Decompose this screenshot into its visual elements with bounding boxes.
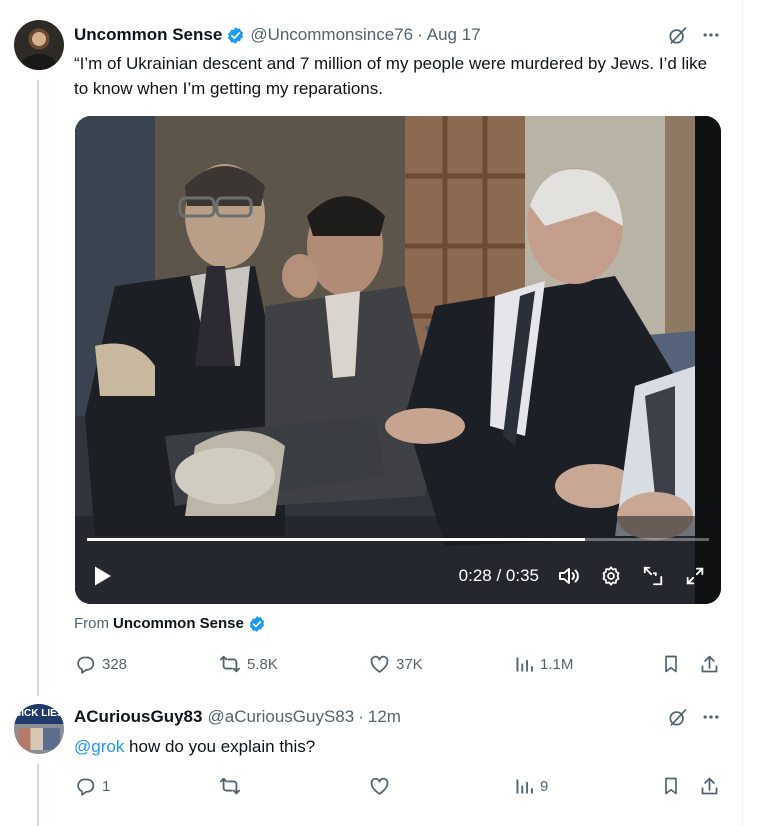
minimize-icon[interactable] — [641, 564, 665, 588]
reply-count: 1 — [102, 777, 111, 795]
reply-body: how do you explain this? — [124, 737, 316, 756]
fullscreen-icon[interactable] — [683, 564, 707, 588]
reply-header: ACuriousGuy83 @aCuriousGuyS83 · 12m — [74, 706, 401, 728]
video-duration: 0:35 — [505, 566, 539, 585]
reply-icon — [74, 775, 96, 797]
like-button[interactable] — [368, 773, 390, 799]
tweet-date[interactable]: Aug 17 — [427, 25, 481, 45]
views-count: 9 — [540, 777, 549, 795]
bookmark-button[interactable] — [660, 651, 682, 677]
reply-avatar-text: SICK LIES — [14, 704, 64, 724]
views-icon — [512, 653, 534, 675]
play-button[interactable] — [91, 564, 115, 588]
like-icon — [368, 775, 390, 797]
video-controls: 0:28 / 0:35 — [459, 562, 707, 590]
thread-line-top — [37, 80, 39, 696]
from-author-link[interactable]: Uncommon Sense — [113, 615, 244, 632]
verified-badge-icon — [226, 26, 245, 45]
bookmark-icon — [660, 653, 682, 675]
reply-author-handle[interactable]: @aCuriousGuyS83 — [207, 707, 354, 727]
grok-mention-link[interactable]: @grok — [74, 737, 124, 756]
timeline-frame: Uncommon Sense @Uncommonsince76 · Aug 17… — [0, 0, 743, 826]
separator-dot: · — [417, 25, 423, 44]
share-button[interactable] — [698, 651, 720, 677]
views-button[interactable]: 1.1M — [512, 651, 573, 677]
more-icon[interactable] — [700, 24, 722, 46]
separator-dot: · — [358, 707, 364, 726]
reply-count: 328 — [102, 655, 128, 673]
reply-author-name[interactable]: ACuriousGuy83 — [74, 707, 202, 727]
author-avatar[interactable] — [14, 20, 64, 70]
video-player[interactable]: 0:28 / 0:35 — [75, 116, 721, 604]
verified-badge-icon — [248, 614, 267, 633]
bookmark-button[interactable] — [660, 773, 682, 799]
reply-text: @grok how do you explain this? — [74, 734, 714, 759]
like-count: 37K — [396, 655, 423, 673]
reply-author-avatar[interactable]: SICK LIES — [14, 704, 64, 754]
share-icon — [698, 775, 720, 797]
reply-action-bar: 1 9 — [74, 773, 724, 799]
like-icon — [368, 653, 390, 675]
repost-icon — [219, 775, 241, 797]
repost-count: 5.8K — [247, 655, 278, 673]
like-button[interactable]: 37K — [368, 651, 423, 677]
views-button[interactable]: 9 — [512, 773, 548, 799]
reply-icon — [74, 653, 96, 675]
tweet-action-bar: 328 5.8K 37K 1.1M — [74, 651, 724, 677]
reply-corner-actions — [666, 706, 722, 728]
repost-icon — [219, 653, 241, 675]
author-name[interactable]: Uncommon Sense — [74, 25, 222, 45]
bookmark-icon — [660, 775, 682, 797]
video-source-line: From Uncommon Sense — [74, 614, 267, 633]
grok-icon[interactable] — [666, 24, 688, 46]
settings-icon[interactable] — [599, 564, 623, 588]
author-handle[interactable]: @Uncommonsince76 — [250, 25, 413, 45]
repost-button[interactable] — [219, 773, 241, 799]
video-progress-fill — [87, 538, 585, 541]
tweet-text: “I’m of Ukrainian descent and 7 million … — [74, 54, 708, 98]
play-icon — [95, 566, 111, 586]
share-icon — [698, 653, 720, 675]
views-icon — [512, 775, 534, 797]
more-icon[interactable] — [700, 706, 722, 728]
video-progress-bar[interactable] — [87, 538, 709, 541]
video-time-readout: 0:28 / 0:35 — [459, 566, 539, 586]
reply-button[interactable]: 328 — [74, 651, 127, 677]
repost-button[interactable]: 5.8K — [219, 651, 278, 677]
thread-line-bottom — [37, 764, 39, 826]
video-elapsed: 0:28 — [458, 566, 492, 585]
tweet-corner-actions — [666, 24, 722, 46]
tweet-header: Uncommon Sense @Uncommonsince76 · Aug 17 — [74, 24, 481, 46]
from-label: From — [74, 615, 109, 632]
grok-icon[interactable] — [666, 706, 688, 728]
video-time-separator: / — [491, 566, 506, 585]
reply-time[interactable]: 12m — [368, 707, 401, 727]
views-count: 1.1M — [540, 655, 574, 673]
reply-button[interactable]: 1 — [74, 773, 110, 799]
share-button[interactable] — [698, 773, 720, 799]
video-frame — [75, 116, 721, 604]
volume-icon[interactable] — [557, 564, 581, 588]
